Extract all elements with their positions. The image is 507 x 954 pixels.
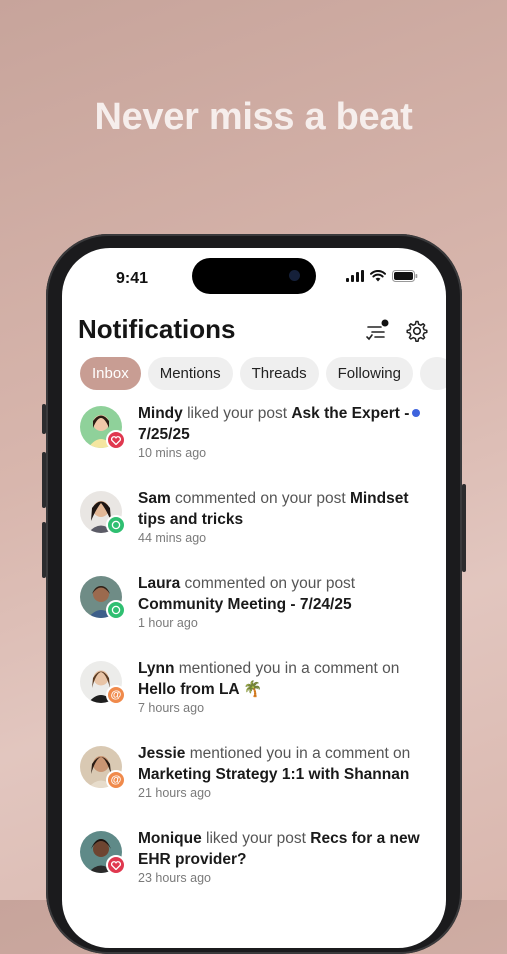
- notification-list: Mindy liked your post Ask the Expert - 7…: [62, 396, 446, 906]
- heart-icon: [106, 430, 126, 450]
- notification-item[interactable]: Sam commented on your post Mindset tips …: [62, 481, 446, 566]
- status-icons: [346, 270, 418, 282]
- dynamic-island: [192, 258, 316, 294]
- tab-inbox[interactable]: Inbox: [80, 357, 141, 390]
- notification-text: Jessie mentioned you in a comment on Mar…: [138, 745, 411, 783]
- notification-time: 23 hours ago: [138, 871, 211, 885]
- status-time: 9:41: [116, 270, 149, 287]
- notification-text: Monique liked your post Recs for a new E…: [138, 830, 420, 868]
- notification-item[interactable]: Mindy liked your post Ask the Expert - 7…: [62, 396, 446, 481]
- notification-time: 44 mins ago: [138, 531, 207, 545]
- tab-mentions[interactable]: Mentions: [147, 357, 233, 390]
- notification-item[interactable]: @ Lynn mentioned you in a comment on Hel…: [62, 651, 446, 736]
- unread-dot: [412, 409, 420, 417]
- at-icon: @: [106, 770, 126, 790]
- comment-icon: [106, 600, 126, 620]
- at-icon: @: [106, 685, 126, 705]
- notification-text: Sam commented on your post Mindset tips …: [138, 490, 409, 528]
- notification-text: Lynn mentioned you in a comment on Hello…: [138, 660, 400, 698]
- headline: Never miss a beat: [94, 96, 413, 138]
- tab-bar: Inbox Mentions Threads Following: [80, 357, 446, 390]
- phone-frame: 9:41 Notifications Inbox Mentions Thread…: [42, 234, 466, 954]
- wifi-icon: [370, 270, 386, 282]
- gear-icon[interactable]: [404, 318, 430, 344]
- notification-time: 10 mins ago: [138, 446, 207, 460]
- notification-text: Laura commented on your post Community M…: [138, 575, 356, 613]
- heart-icon: [106, 855, 126, 875]
- tab-following[interactable]: Following: [325, 357, 413, 390]
- notification-item[interactable]: Monique liked your post Recs for a new E…: [62, 821, 446, 906]
- notification-time: 1 hour ago: [138, 616, 198, 630]
- page-title: Notifications: [78, 314, 236, 344]
- notification-item[interactable]: @ Jessie mentioned you in a comment on M…: [62, 736, 446, 821]
- notification-time: 21 hours ago: [138, 786, 211, 800]
- signal-icon: [346, 270, 364, 282]
- notification-item[interactable]: Laura commented on your post Community M…: [62, 566, 446, 651]
- battery-icon: [392, 270, 418, 282]
- screen: 9:41 Notifications Inbox Mentions Thread…: [62, 248, 446, 948]
- notification-text: Mindy liked your post Ask the Expert - 7…: [138, 405, 410, 443]
- notification-time: 7 hours ago: [138, 701, 205, 715]
- tab-threads[interactable]: Threads: [239, 357, 319, 390]
- filter-check-icon[interactable]: [364, 318, 390, 344]
- comment-icon: [106, 515, 126, 535]
- tab-overflow[interactable]: [419, 357, 446, 390]
